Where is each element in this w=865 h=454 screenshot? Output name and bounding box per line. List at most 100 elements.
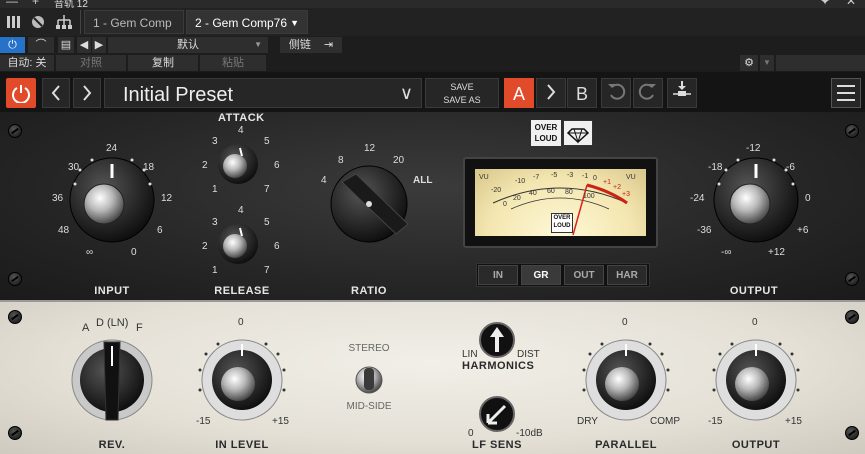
output-level-tick: +15 (785, 416, 802, 427)
save-button[interactable]: SAVE (426, 81, 498, 94)
b-button[interactable]: B (567, 78, 597, 108)
gem-logo-icon (563, 120, 593, 146)
harmonics-dist-label: DIST (517, 349, 540, 360)
stereo-mid-side-toggle[interactable] (356, 367, 382, 393)
input-tick: ∞ (86, 247, 94, 258)
power-icon[interactable]: ⏻ (0, 37, 25, 53)
vu-overloud-logo: OVER LOUD (551, 213, 573, 233)
preset-select[interactable]: 默认 ▼ (108, 37, 268, 53)
menu-button[interactable] (831, 78, 861, 108)
release-knob[interactable] (218, 224, 258, 264)
output-tick: -36 (697, 225, 712, 236)
automation-icon[interactable]: ⌒ (28, 37, 54, 53)
meter-mode-out[interactable]: OUT (564, 265, 604, 285)
rev-tick: A (82, 322, 90, 334)
a-button[interactable]: A (504, 78, 534, 108)
host-row-2: ⏻ ⌒ ▤ ◀ ▶ 默认 ▼ 侧链 ⇥ (0, 36, 865, 55)
input-tick: 6 (157, 225, 163, 236)
chevron-down-icon[interactable]: ▼ (760, 55, 774, 71)
pin-icon[interactable]: ✦ (820, 0, 830, 8)
minimize-icon[interactable]: — (6, 0, 18, 8)
harmonics-lin-label: LIN (462, 349, 478, 360)
input-tick: 18 (143, 162, 155, 173)
preset-select-value: 默认 (177, 39, 199, 51)
sidechain-icon: ⇥ (323, 39, 334, 51)
harmonics-knob[interactable] (480, 323, 514, 357)
redo-button[interactable] (633, 78, 663, 108)
copy-button[interactable]: 复制 (128, 55, 198, 71)
plugin-power-button[interactable] (6, 78, 36, 108)
output-tick: -6 (786, 162, 795, 173)
rev-label: REV. (98, 439, 126, 451)
harmonics-label: HARMONICS (462, 360, 535, 372)
copy-a-to-b-button[interactable] (536, 78, 566, 108)
parallel-dry-label: DRY (577, 416, 598, 427)
vu-meter-face: VU -20 -10 -7 -5 -3 -1 0 +1 +2 +3 VU 0 2… (475, 169, 646, 236)
next-preset-icon[interactable]: ▶ (92, 37, 106, 53)
sidechain-button[interactable]: 侧链 ⇥ (280, 37, 342, 53)
prev-preset-button[interactable] (42, 78, 70, 108)
auto-button[interactable]: 自动: 关 (0, 55, 54, 71)
paste-button[interactable]: 粘贴 (200, 55, 266, 71)
vu-meter: VU -20 -10 -7 -5 -3 -1 0 +1 +2 +3 VU 0 2… (463, 157, 658, 248)
host-extra-field[interactable] (776, 55, 865, 71)
overloud-logo: OVER LOUD (531, 120, 561, 146)
vu-scale-label: 20 (513, 195, 521, 202)
prev-preset-icon[interactable]: ◀ (77, 37, 91, 53)
vu-scale-label: 40 (529, 190, 537, 197)
vu-scale-label: 0 (593, 175, 597, 182)
attack-knob[interactable] (218, 144, 258, 184)
routing-icon[interactable] (54, 12, 74, 32)
output-tick: +12 (768, 247, 785, 258)
meter-mode-gr[interactable]: GR (521, 265, 561, 285)
vu-scale-label: -5 (551, 172, 558, 179)
next-preset-button[interactable] (73, 78, 101, 108)
release-tick: 7 (264, 265, 270, 276)
attack-label: ATTACK (218, 112, 265, 124)
undo-button[interactable] (601, 78, 631, 108)
host-row-3: 自动: 关 对照 复制 粘贴 ⚙ ▼ (0, 55, 865, 71)
chevron-down-icon[interactable]: ▼ (290, 11, 299, 35)
save-as-button[interactable]: SAVE AS (426, 94, 498, 107)
release-tick: 1 (212, 265, 218, 276)
close-icon[interactable]: ✕ (846, 0, 856, 8)
vu-scale-label: 80 (565, 189, 573, 196)
parallel-knob[interactable] (586, 340, 666, 420)
release-tick: 6 (274, 241, 280, 252)
chevron-right-icon (547, 84, 556, 100)
chevron-down-icon: ∨ (399, 83, 413, 103)
meter-mode-har[interactable]: HAR (607, 265, 647, 285)
release-tick: 5 (264, 217, 270, 228)
add-icon[interactable]: + (32, 0, 39, 8)
output-level-knob[interactable] (716, 340, 796, 420)
gear-icon[interactable]: ⚙ (740, 55, 758, 71)
ratio-switch[interactable] (330, 165, 409, 243)
document-icon[interactable]: ▤ (58, 37, 74, 53)
in-level-knob[interactable] (202, 340, 282, 420)
vu-scale-label: 60 (547, 188, 555, 195)
save-box: SAVE SAVE AS (425, 78, 499, 108)
tab-gem-comp-g[interactable]: 1 - Gem Comp G (84, 10, 184, 54)
output-tick: -∞ (721, 247, 732, 258)
output-tick: -18 (708, 162, 723, 173)
attack-tick: 3 (212, 136, 218, 147)
output-label: OUTPUT (729, 285, 779, 297)
bars-icon[interactable] (4, 12, 24, 32)
chevron-left-icon (51, 85, 60, 101)
vu-scale-label: -10 (515, 178, 526, 185)
input-tick: 24 (106, 143, 118, 154)
meter-mode-in[interactable]: IN (478, 265, 518, 285)
undo-icon (608, 83, 626, 100)
compare-button[interactable]: 对照 (56, 55, 126, 71)
lf-sens-knob[interactable] (480, 397, 514, 431)
tab-gem-comp76[interactable]: 2 - Gem Comp76 ▼ (186, 10, 308, 34)
in-level-tick: 0 (238, 317, 244, 328)
settings-routing-button[interactable] (667, 78, 697, 108)
input-knob[interactable] (69, 157, 155, 243)
sidechain-label: 侧链 (288, 39, 311, 51)
preset-dropdown[interactable]: Initial Preset ∨ (104, 78, 422, 108)
ratio-label: RATIO (351, 285, 387, 297)
preset-icon[interactable] (28, 12, 48, 32)
output-level-tick: -15 (708, 416, 723, 427)
rev-switch[interactable] (72, 340, 152, 420)
